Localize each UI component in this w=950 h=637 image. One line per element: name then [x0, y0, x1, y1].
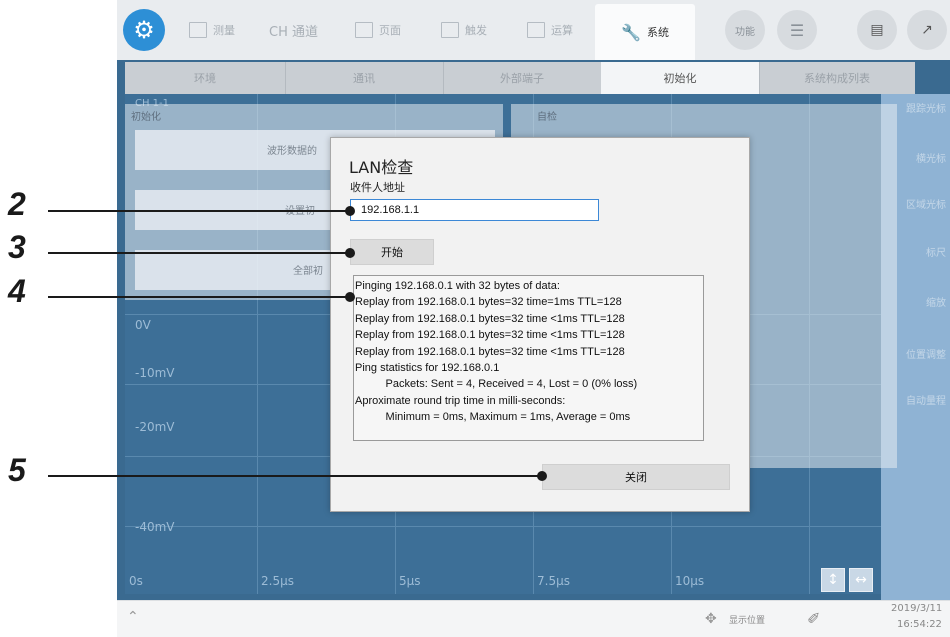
- tab-page-label: 页面: [379, 24, 401, 37]
- address-label: 收件人地址: [350, 181, 405, 194]
- rp-zoom[interactable]: 缩放: [926, 294, 946, 309]
- subtab-communication[interactable]: 通讯: [285, 62, 444, 94]
- function-button[interactable]: 功能: [725, 10, 765, 50]
- tab-channel[interactable]: CH 通道: [269, 8, 318, 52]
- tab-page[interactable]: 页面: [355, 8, 401, 52]
- folder-icon: ▤: [870, 22, 884, 38]
- gear-icon[interactable]: ⚙: [123, 9, 165, 51]
- close-button-label: 关闭: [625, 471, 647, 484]
- callout-5-dot: [537, 471, 547, 481]
- rp-auto-range[interactable]: 自动量程: [906, 392, 946, 407]
- x-tick-label: 5μs: [399, 574, 421, 588]
- subtab-label: 系统构成列表: [804, 72, 870, 85]
- callout-2-dot: [345, 206, 355, 216]
- pen-icon[interactable]: ✐: [807, 609, 820, 628]
- subtab-external-terminal[interactable]: 外部端子: [443, 62, 602, 94]
- tab-system-label: 系统: [646, 26, 669, 39]
- subtab-label: 初始化: [663, 72, 697, 85]
- x-tick-label: 2.5μs: [261, 574, 294, 588]
- callout-2-line: [48, 210, 350, 212]
- tab-channel-label: CH 通道: [269, 24, 318, 40]
- expand-icon: ↗: [921, 22, 933, 38]
- callout-5: 5: [8, 452, 26, 488]
- function-button-label: 功能: [735, 26, 755, 38]
- folder-button[interactable]: ▤: [857, 10, 897, 50]
- waveform-icon: [189, 22, 207, 38]
- callout-3: 3: [8, 229, 26, 265]
- subtab-system-config[interactable]: 系统构成列表: [759, 62, 915, 94]
- subtab-label: 通讯: [353, 72, 375, 85]
- x-tick-label: 7.5μs: [537, 574, 570, 588]
- horizontal-scale-button[interactable]: ↔: [849, 568, 873, 592]
- tab-measure[interactable]: 测量: [189, 8, 235, 52]
- callout-3-dot: [345, 248, 355, 258]
- subtab-environment[interactable]: 环境: [125, 62, 286, 94]
- status-bar: ⌃ ✥ 显示位置 ✐ 2019/3/11 16:54:22: [117, 600, 950, 637]
- subtab-label: 环境: [194, 72, 216, 85]
- rp-position-adjust[interactable]: 位置调整: [906, 346, 946, 361]
- vertical-arrows-icon: ↕: [827, 572, 839, 588]
- vertical-scale-button[interactable]: ↕: [821, 568, 845, 592]
- horizontal-arrows-icon: ↔: [855, 572, 867, 588]
- address-input[interactable]: [350, 199, 599, 221]
- status-time: 16:54:22: [897, 619, 942, 630]
- system-subtabs: 环境 通讯 外部端子 初始化 系统构成列表: [125, 62, 915, 94]
- tab-system[interactable]: 🔧 系统: [595, 4, 695, 60]
- x-tick-label: 10μs: [675, 574, 705, 588]
- close-button[interactable]: 关闭: [542, 464, 730, 490]
- rp-scale[interactable]: 标尺: [926, 244, 946, 259]
- top-toolbar: ⚙ 测量 CH 通道 页面 触发 运算 🔧 系统 功能 ☰ ▤ ↗: [117, 0, 950, 60]
- tab-measure-label: 测量: [213, 24, 235, 37]
- callout-4: 4: [8, 273, 26, 309]
- dialog-title: LAN检查: [349, 158, 414, 177]
- grid-line: [125, 526, 881, 527]
- ping-log-output: Pinging 192.168.0.1 with 32 bytes of dat…: [353, 275, 704, 441]
- start-button-label: 开始: [381, 246, 403, 259]
- rp-trace-cursor[interactable]: 跟踪光标: [906, 100, 946, 115]
- list-icon: ☰: [789, 20, 805, 40]
- trigger-icon: [441, 22, 459, 38]
- self-check-panel-title: 自检: [537, 112, 557, 123]
- tab-calc-label: 运算: [551, 24, 573, 37]
- x-tick-label: 0s: [129, 574, 143, 588]
- expand-button[interactable]: ↗: [907, 10, 947, 50]
- status-date: 2019/3/11: [891, 603, 943, 614]
- list-menu-button[interactable]: ☰: [777, 10, 817, 50]
- callout-4-dot: [345, 292, 355, 302]
- lan-check-dialog: LAN检查 收件人地址 开始 Pinging 192.168.0.1 with …: [330, 137, 750, 512]
- rp-horizontal-cursor[interactable]: 横光标: [916, 150, 946, 165]
- chevron-up-icon[interactable]: ⌃: [127, 609, 139, 625]
- callout-5-line: [48, 475, 542, 477]
- tab-trigger-label: 触发: [465, 24, 487, 37]
- tab-trigger[interactable]: 触发: [441, 8, 487, 52]
- y-tick-label: -10mV: [135, 366, 175, 380]
- subtab-initialize[interactable]: 初始化: [601, 62, 760, 94]
- calc-icon: [527, 22, 545, 38]
- rp-area-cursor[interactable]: 区域光标: [906, 196, 946, 211]
- tab-calc[interactable]: 运算: [527, 8, 573, 52]
- display-position-icon: ✥: [705, 611, 717, 627]
- start-button[interactable]: 开始: [350, 239, 434, 265]
- callout-4-line: [48, 296, 350, 298]
- y-tick-label: -40mV: [135, 520, 175, 534]
- init-waveform-label: 波形数据的: [267, 146, 317, 157]
- y-tick-label: 0V: [135, 318, 151, 332]
- page-icon: [355, 22, 373, 38]
- wrench-icon: 🔧: [621, 22, 641, 42]
- display-position-label: 显示位置: [729, 616, 766, 626]
- callout-3-line: [48, 252, 350, 254]
- y-tick-label: -20mV: [135, 420, 175, 434]
- initialize-panel-title: 初始化: [131, 112, 161, 123]
- callout-2: 2: [8, 186, 26, 222]
- subtab-label: 外部端子: [500, 72, 544, 85]
- init-all-label: 全部初: [293, 266, 323, 277]
